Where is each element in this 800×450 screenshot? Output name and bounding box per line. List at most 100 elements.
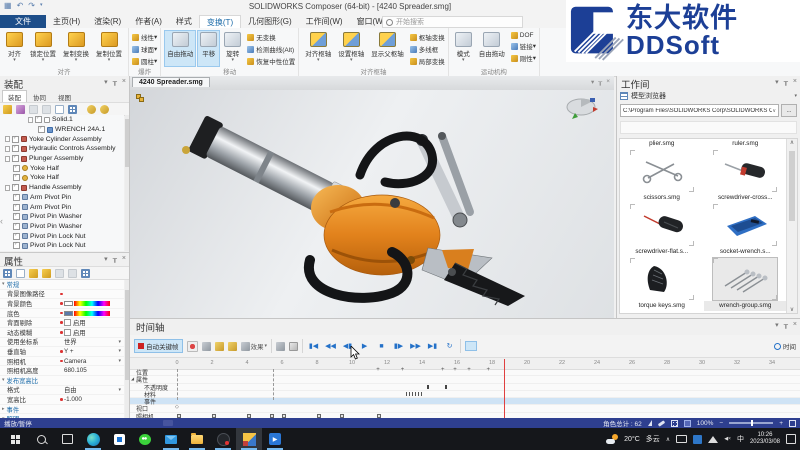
menu-tab[interactable]: 作者(A) xyxy=(128,15,169,28)
pin-icon[interactable]: ┰ xyxy=(784,321,788,329)
ribbon-small-button[interactable]: 检测曲线(Alt) xyxy=(247,44,295,54)
device-icon[interactable] xyxy=(676,435,687,443)
ribbon-button[interactable]: 锁定位置▾ xyxy=(27,30,59,67)
thumbnail-label[interactable]: torque keys.smg xyxy=(620,301,704,311)
time-display-button[interactable]: 时间 xyxy=(774,341,796,351)
go-to-start-icon[interactable]: ▮◀ xyxy=(307,342,320,350)
digger-key-icon[interactable] xyxy=(228,342,237,351)
step-forward-icon[interactable]: ▮▶ xyxy=(392,342,405,350)
filter-icon[interactable] xyxy=(16,105,25,114)
stop-icon[interactable]: ■ xyxy=(375,343,388,350)
color-swatch[interactable] xyxy=(64,311,73,316)
thumbnail-label[interactable]: ruler.smg xyxy=(704,139,788,149)
settings-icon[interactable] xyxy=(87,105,96,114)
property-value[interactable]: Camera xyxy=(64,358,122,365)
actor-key-icon[interactable] xyxy=(202,342,211,351)
visibility-checkbox[interactable] xyxy=(12,136,19,143)
panel-menu-icon[interactable]: ▾ xyxy=(104,78,108,86)
property-value[interactable]: -1.000 xyxy=(64,396,122,403)
section-toggle-icon[interactable]: ▸ xyxy=(2,406,5,412)
mail-button[interactable] xyxy=(158,428,184,450)
visibility-checkbox[interactable] xyxy=(13,204,20,211)
property-row[interactable]: 动态模糊启用 xyxy=(0,328,124,338)
tree-item[interactable]: Pivot Pin Washer xyxy=(0,222,124,232)
tree-item[interactable]: Yoke Half xyxy=(0,163,124,173)
fast-rewind-icon[interactable]: ◀◀ xyxy=(324,342,337,350)
visibility-checkbox[interactable] xyxy=(13,165,20,172)
fullscreen-icon[interactable] xyxy=(789,420,796,427)
categorize-icon[interactable] xyxy=(3,269,12,278)
property-row[interactable]: 照相机▾Camera xyxy=(0,357,124,367)
visibility-checkbox[interactable] xyxy=(35,116,42,123)
timeline-track[interactable]: 不透明度 xyxy=(130,384,800,391)
pin-icon[interactable]: ┰ xyxy=(784,78,788,86)
export-icon[interactable] xyxy=(42,269,51,278)
close-icon[interactable]: × xyxy=(793,321,797,329)
customize-quick-access-icon[interactable]: ▾ xyxy=(40,1,43,10)
viewport-canvas[interactable] xyxy=(130,90,614,318)
close-icon[interactable]: × xyxy=(793,78,797,86)
autokey-button[interactable]: 自动关键帧 xyxy=(134,339,183,353)
actor-icon[interactable] xyxy=(3,105,12,114)
section-toggle-icon[interactable]: ▾ xyxy=(2,377,5,383)
select-keys-icon[interactable] xyxy=(276,342,285,351)
undo-icon[interactable]: ↶ xyxy=(17,1,24,10)
checkbox[interactable] xyxy=(64,329,71,336)
camera-keyframe[interactable] xyxy=(317,414,321,418)
collapse-icon[interactable] xyxy=(29,105,38,114)
weather-cond[interactable]: 多云 xyxy=(646,434,660,444)
tree-scrollbar[interactable] xyxy=(125,115,129,251)
timeline-track[interactable]: ◢属性 xyxy=(130,376,800,383)
property-row[interactable]: 底色 xyxy=(0,309,124,319)
ribbon-button[interactable]: 旋转▾ xyxy=(221,30,244,67)
weather-temp[interactable]: 20°C xyxy=(624,436,640,443)
collapse-icon[interactable]: ◢ xyxy=(131,376,134,381)
visibility-checkbox[interactable] xyxy=(12,155,19,162)
ribbon-small-button[interactable]: 球面 ▾ xyxy=(132,44,157,54)
annotate-icon[interactable] xyxy=(658,420,665,426)
grid-toggle-icon[interactable] xyxy=(671,420,678,427)
thumbnail-label[interactable]: screwdriver-cross... xyxy=(704,193,788,203)
property-value[interactable]: 680.105 xyxy=(64,367,122,374)
render-mode-icon[interactable] xyxy=(684,420,691,427)
expand-icon[interactable] xyxy=(42,105,51,114)
property-value[interactable]: 启用 xyxy=(64,328,122,337)
ribbon-button[interactable]: 复制位置▾ xyxy=(93,30,125,67)
tree-item[interactable]: Solid.1 xyxy=(0,115,124,125)
property-row[interactable]: 背景图像路径 xyxy=(0,290,124,300)
viewport-pin-icon[interactable]: ┰ xyxy=(598,78,602,86)
panel-menu-icon[interactable]: ▾ xyxy=(775,321,779,329)
start-button[interactable] xyxy=(2,428,28,450)
property-value[interactable] xyxy=(64,311,122,316)
viewport-keyframe[interactable]: ◇ xyxy=(175,404,179,410)
timeline-track[interactable]: 事件 xyxy=(130,398,800,405)
zoom-slider[interactable] xyxy=(729,422,773,424)
ribbon-button[interactable]: 对齐▾ xyxy=(3,30,26,67)
tree-item[interactable]: Pivot Pin Washer xyxy=(0,212,124,222)
thumbnail[interactable] xyxy=(713,204,777,246)
search-box[interactable]: 开始搜索 xyxy=(382,16,523,28)
workshop-selector[interactable]: 模型浏览器 ▾ xyxy=(620,90,797,102)
color-swatch[interactable] xyxy=(64,301,73,306)
camera-key-icon[interactable] xyxy=(215,342,224,351)
position-keyframe[interactable]: + xyxy=(401,367,405,373)
marker-mode-icon[interactable] xyxy=(465,341,477,351)
visibility-checkbox[interactable] xyxy=(12,145,19,152)
movies-app-button[interactable]: ▶ xyxy=(262,428,288,450)
browse-button[interactable]: ... xyxy=(781,104,797,117)
opacity-keyframe[interactable] xyxy=(445,385,447,389)
menu-tab[interactable]: 变换(T) xyxy=(199,15,241,28)
property-value[interactable]: 自由 xyxy=(64,385,122,394)
pin-icon[interactable]: ┰ xyxy=(113,78,117,86)
ribbon-small-button[interactable]: 线性 ▾ xyxy=(132,32,157,42)
visibility-checkbox[interactable] xyxy=(13,233,20,240)
fast-forward-icon[interactable]: ▶▶ xyxy=(409,342,422,350)
camera-keyframe[interactable] xyxy=(212,414,216,418)
sort-icon[interactable] xyxy=(55,105,64,114)
timeline-track[interactable]: 材料 xyxy=(130,391,800,398)
notification-center-icon[interactable] xyxy=(786,434,796,444)
options-icon[interactable] xyxy=(100,105,109,114)
checkbox[interactable] xyxy=(64,319,71,326)
tree-item[interactable]: WRENCH 24A.1 xyxy=(0,125,124,135)
visibility-checkbox[interactable] xyxy=(13,213,20,220)
